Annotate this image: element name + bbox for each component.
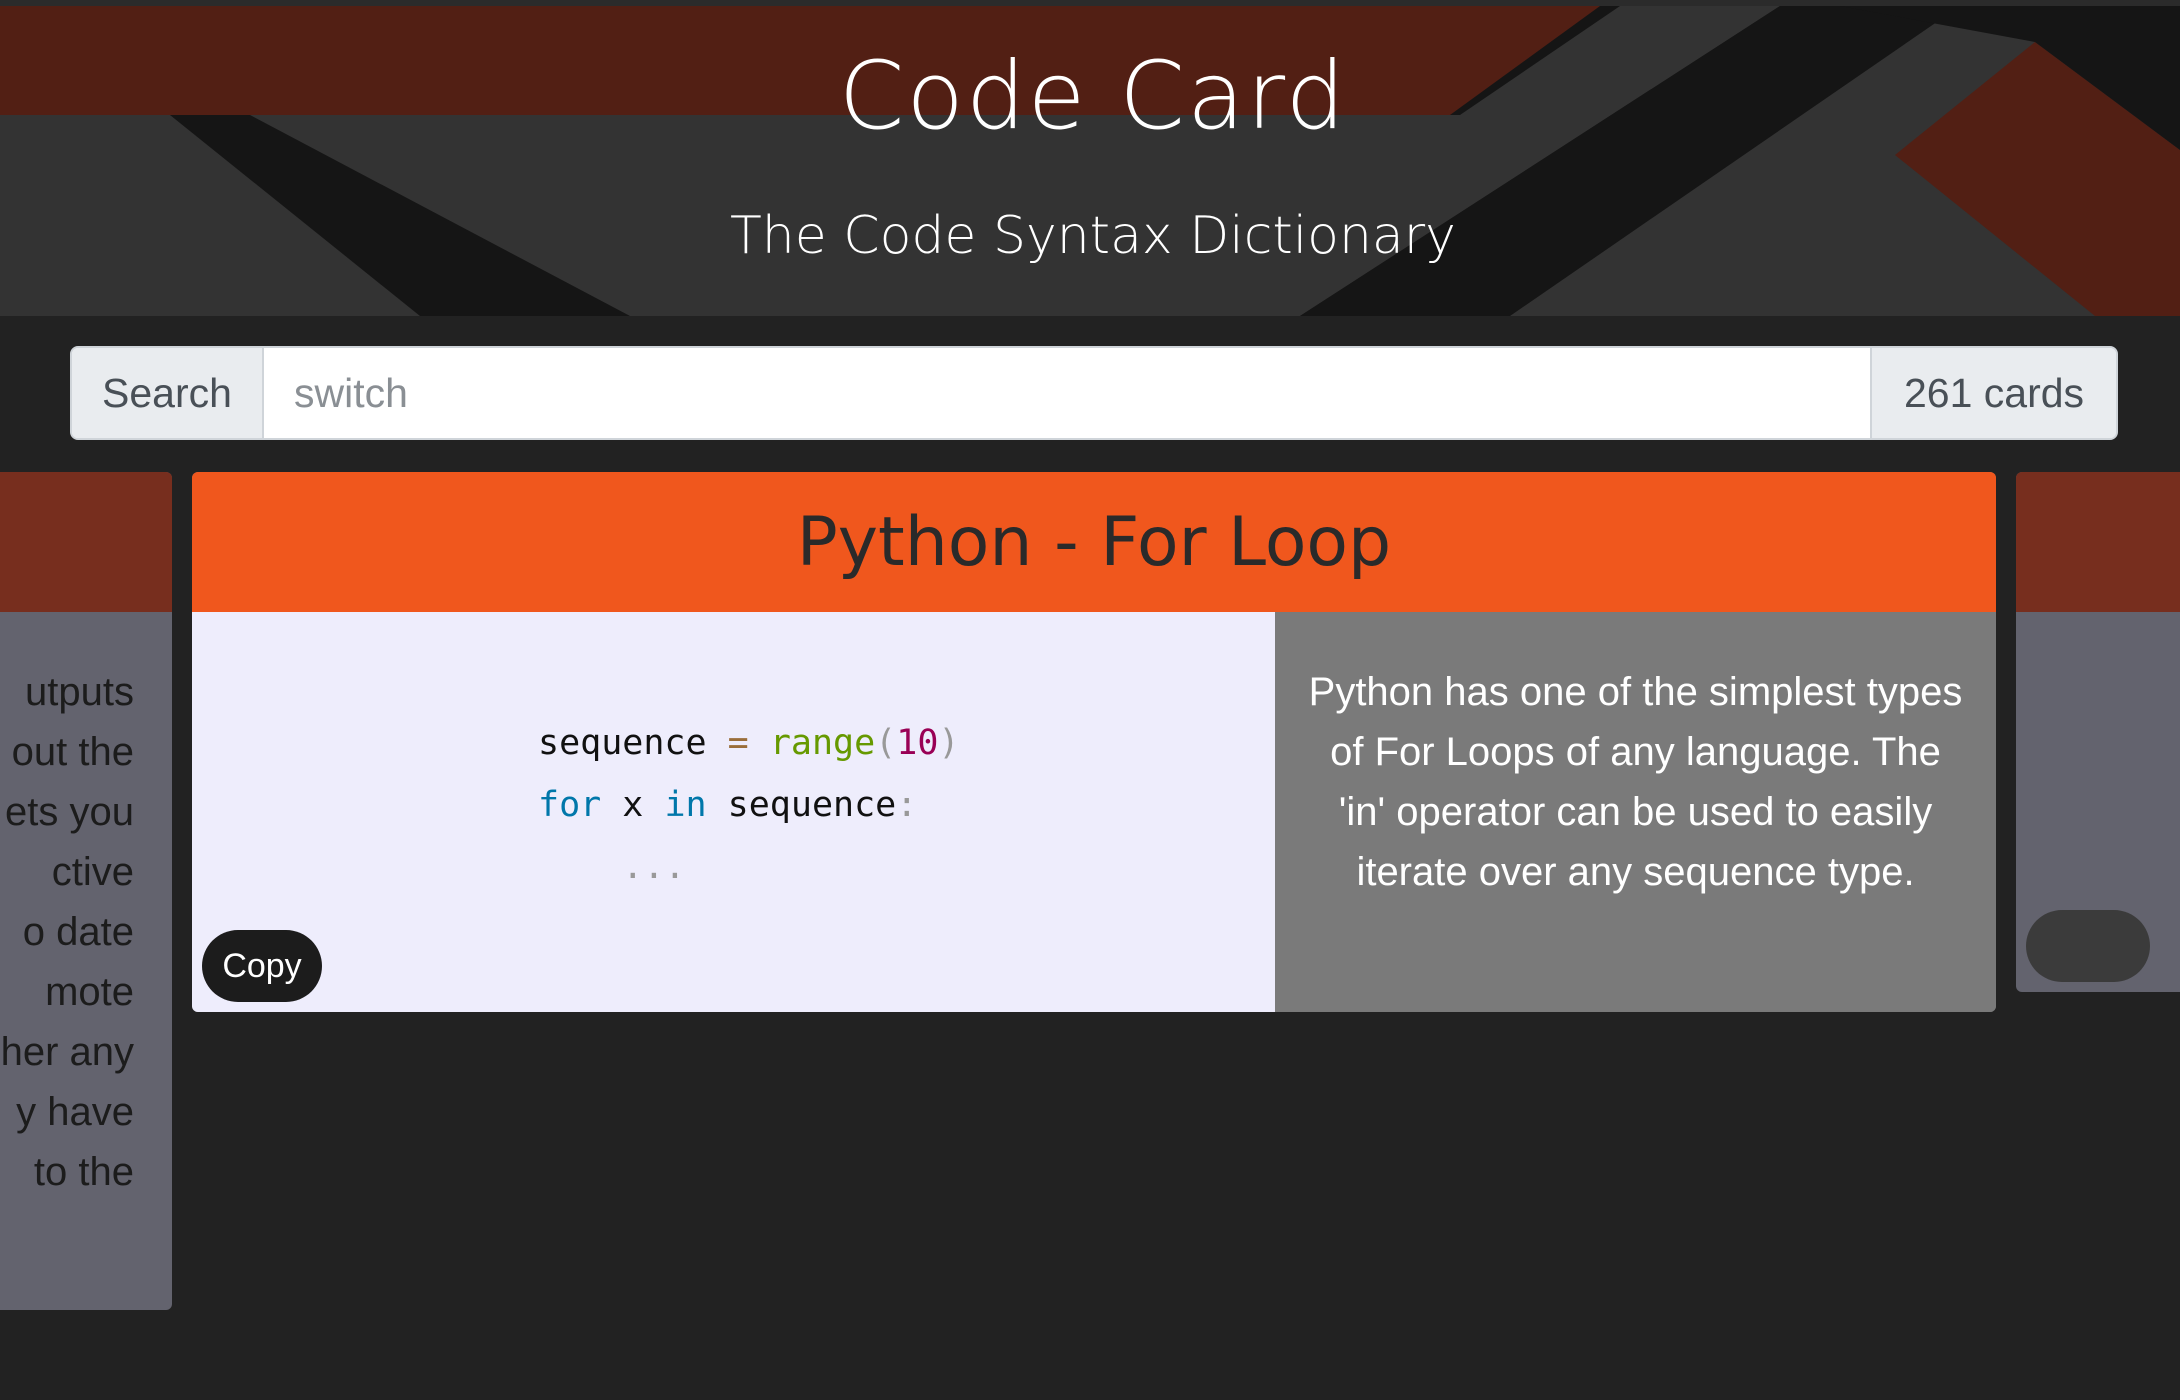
page-subtitle: The Code Syntax Dictionary xyxy=(730,206,1456,266)
header-banner: Code Card The Code Syntax Dictionary xyxy=(0,0,2180,316)
previous-card-line: ets you xyxy=(5,790,134,834)
code-token: for xyxy=(538,785,602,825)
code-token: ) xyxy=(938,723,960,763)
code-card: Python - For Loop sequence = range(10) f… xyxy=(192,472,1996,1012)
code-token: in xyxy=(664,785,707,825)
next-card-header xyxy=(2016,472,2180,612)
card-count-badge: 261 cards xyxy=(1870,348,2116,438)
code-token: sequence xyxy=(706,785,897,825)
code-token: ... xyxy=(538,847,686,887)
previous-card-line: y have xyxy=(16,1090,134,1134)
next-card-copy-button[interactable] xyxy=(2026,910,2150,982)
previous-card-line: out the xyxy=(11,730,134,774)
previous-card-header xyxy=(0,472,172,612)
previous-card-description: utputs out the ets you ctive o date mote… xyxy=(0,662,134,1202)
code-token: x xyxy=(601,785,665,825)
code-token: sequence xyxy=(538,723,728,763)
copy-button[interactable]: Copy xyxy=(202,930,322,1002)
code-token: 10 xyxy=(896,723,939,763)
card-title: Python - For Loop xyxy=(192,472,1996,612)
previous-card-line: her any xyxy=(0,1030,134,1074)
previous-card-line: ctive xyxy=(51,850,134,894)
search-input[interactable] xyxy=(264,348,1870,438)
code-token: range xyxy=(769,723,876,763)
previous-card[interactable]: utputs out the ets you ctive o date mote… xyxy=(0,472,172,1310)
code-token: = xyxy=(727,723,749,763)
card-body: sequence = range(10) for x in sequence: … xyxy=(192,612,1996,1012)
next-card[interactable] xyxy=(2016,472,2180,992)
code-token: : xyxy=(896,785,918,825)
code-token: ( xyxy=(875,723,897,763)
page: Code Card The Code Syntax Dictionary Sea… xyxy=(0,0,2180,1400)
previous-card-line: o date xyxy=(22,910,134,954)
page-title: Code Card xyxy=(838,42,1348,151)
previous-card-line: mote xyxy=(45,970,134,1014)
search-label: Search xyxy=(72,348,264,438)
code-snippet: sequence = range(10) for x in sequence: … xyxy=(538,712,959,898)
previous-card-line: utputs xyxy=(25,670,134,714)
search-bar: Search 261 cards xyxy=(70,346,2118,440)
code-pane: sequence = range(10) for x in sequence: … xyxy=(192,612,1275,1012)
previous-card-line: to the xyxy=(33,1150,134,1194)
card-description: Python has one of the simplest types of … xyxy=(1275,612,1996,1012)
